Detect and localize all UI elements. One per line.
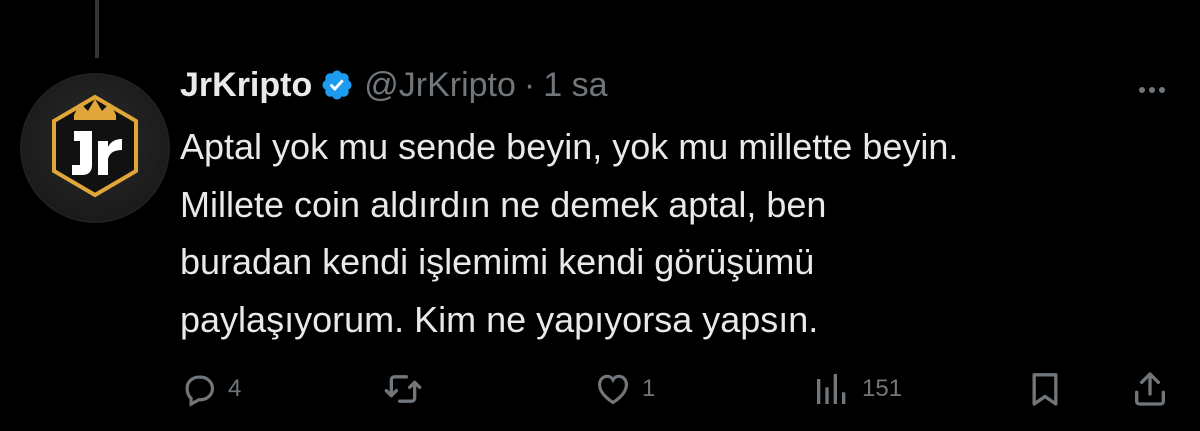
share-button[interactable] xyxy=(1130,367,1170,411)
display-name[interactable]: JrKripto xyxy=(180,66,312,105)
avatar[interactable] xyxy=(20,73,170,223)
verified-badge-icon xyxy=(320,68,354,102)
tweet-text: Aptal yok mu sende beyin, yok mu millett… xyxy=(180,126,959,340)
retweet-icon xyxy=(383,369,423,409)
separator-dot: · xyxy=(523,65,536,104)
thread-connector-line xyxy=(95,0,99,58)
avatar-logo xyxy=(52,94,138,198)
views-button[interactable]: 151 xyxy=(812,367,902,411)
reply-icon xyxy=(180,370,218,408)
tweet-header: JrKripto @JrKripto · 1 sa xyxy=(180,62,607,108)
handle[interactable]: @JrKripto xyxy=(364,66,516,105)
views-count: 151 xyxy=(862,375,903,402)
share-icon xyxy=(1130,369,1170,409)
like-button[interactable]: 1 xyxy=(594,367,655,411)
more-icon[interactable] xyxy=(1132,70,1172,110)
bookmark-button[interactable] xyxy=(1025,367,1065,411)
like-icon xyxy=(594,370,632,408)
views-icon xyxy=(812,369,852,409)
timestamp[interactable]: 1 sa xyxy=(543,66,607,105)
bookmark-icon xyxy=(1025,369,1065,409)
like-count: 1 xyxy=(642,375,656,402)
reply-button[interactable]: 4 xyxy=(180,367,241,411)
tweet-actions: 4 1 151 xyxy=(180,367,1170,411)
reply-count: 4 xyxy=(228,375,242,402)
retweet-button[interactable] xyxy=(383,367,433,411)
